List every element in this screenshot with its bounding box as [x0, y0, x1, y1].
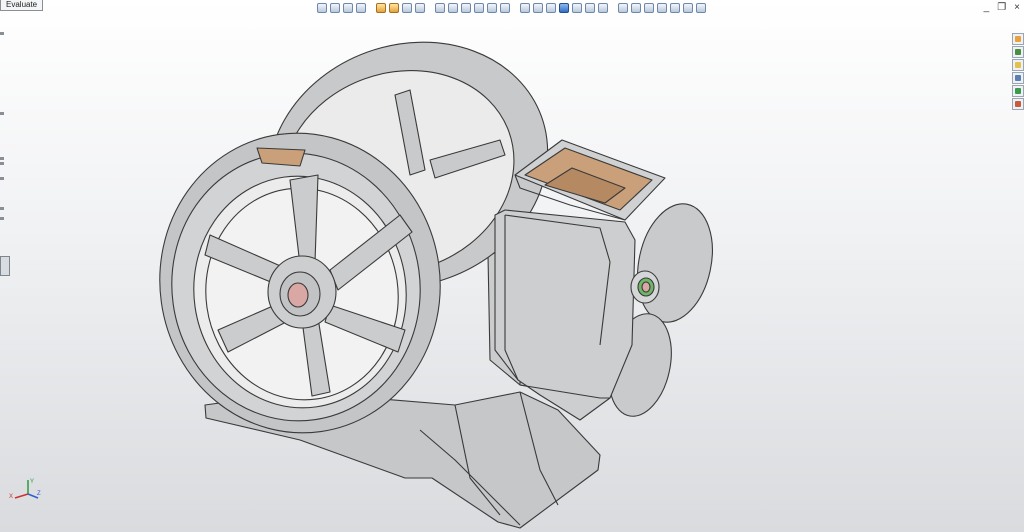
shaded-with-edges-icon[interactable] — [559, 2, 569, 13]
close-button[interactable]: × — [1014, 2, 1020, 13]
evaluate-tab[interactable]: Evaluate — [0, 0, 44, 11]
restore-button[interactable]: ❐ — [997, 2, 1006, 13]
triad-y-label: Y — [30, 479, 34, 485]
view-palette-icon[interactable] — [1012, 72, 1024, 84]
shadows-icon[interactable] — [618, 2, 628, 13]
zoom-magnifier-icon[interactable] — [415, 2, 425, 13]
edit-appearance-icon[interactable] — [487, 2, 497, 13]
triad-x-label: X — [9, 494, 13, 500]
panel-collapse-handle[interactable] — [0, 256, 10, 276]
task-pane-tabs — [1012, 33, 1024, 110]
file-explorer-icon[interactable] — [1012, 59, 1024, 71]
section-view-icon[interactable] — [435, 2, 445, 13]
minimize-button[interactable]: _ — [984, 2, 990, 13]
engine-assembly-model[interactable] — [0, 0, 1024, 532]
front-view-icon[interactable] — [644, 2, 654, 13]
view-orientation-icon[interactable] — [448, 2, 458, 13]
hidden-lines-removed-icon[interactable] — [546, 2, 556, 13]
display-style-icon[interactable] — [461, 2, 471, 13]
trimetric-view-icon[interactable] — [683, 2, 693, 13]
dimetric-view-icon[interactable] — [696, 2, 706, 13]
perspective-icon[interactable] — [598, 2, 608, 13]
zoom-to-area-icon[interactable] — [330, 2, 340, 13]
previous-view-icon[interactable] — [343, 2, 353, 13]
custom-properties-icon[interactable] — [1012, 98, 1024, 110]
appearances-scenes-icon[interactable] — [1012, 85, 1024, 97]
pan-icon[interactable] — [376, 2, 386, 13]
draft-quality-hlr-icon[interactable] — [585, 2, 595, 13]
apply-scene-icon[interactable] — [500, 2, 510, 13]
wireframe-icon[interactable] — [520, 2, 530, 13]
zoom-to-fit-icon[interactable] — [317, 2, 327, 13]
solidworks-resources-icon[interactable] — [1012, 33, 1024, 45]
reference-triad: Y X Z — [9, 479, 41, 500]
window-controls: _ ❐ × — [984, 2, 1020, 13]
sketch-line-icon[interactable] — [389, 2, 399, 13]
shaded-icon[interactable] — [572, 2, 582, 13]
top-view-icon[interactable] — [657, 2, 667, 13]
rotate-view-icon[interactable] — [356, 2, 366, 13]
hide-show-items-icon[interactable] — [474, 2, 484, 13]
hidden-lines-visible-icon[interactable] — [533, 2, 543, 13]
zoom-in-out-icon[interactable] — [402, 2, 412, 13]
right-view-icon[interactable] — [670, 2, 680, 13]
design-library-icon[interactable] — [1012, 46, 1024, 58]
graphics-area[interactable]: Evaluate _ ❐ × Y X Z — [0, 0, 1024, 532]
isometric-view-icon[interactable] — [631, 2, 641, 13]
triad-z-label: Z — [37, 491, 41, 497]
heads-up-view-toolbar — [317, 1, 706, 14]
